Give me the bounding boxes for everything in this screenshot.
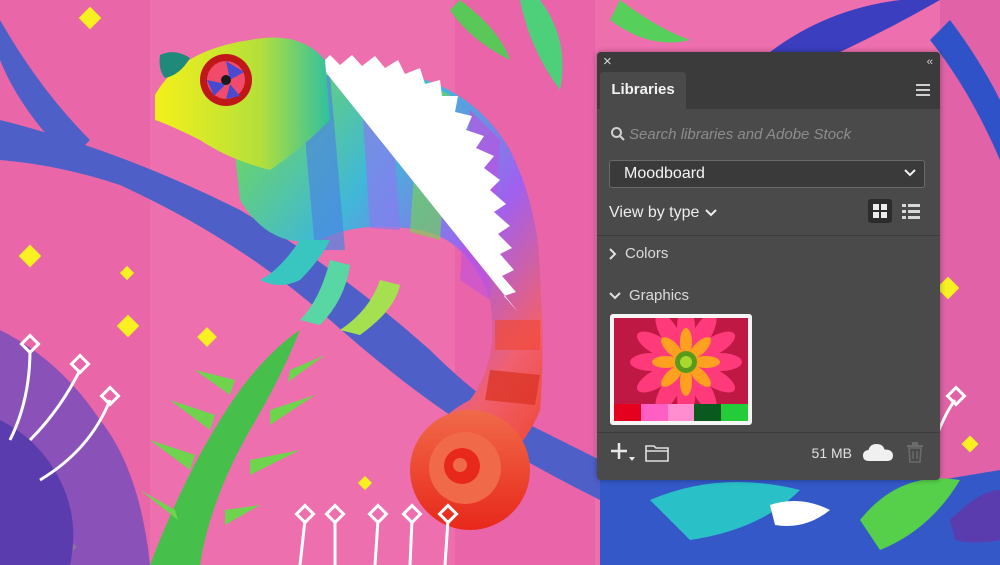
collapse-icon[interactable]: ‹‹ xyxy=(927,53,933,71)
close-icon[interactable]: × xyxy=(603,53,612,71)
tab-libraries[interactable]: Libraries xyxy=(600,72,686,109)
flower-image xyxy=(614,318,748,404)
section-colors[interactable]: Colors xyxy=(609,243,668,265)
chevron-down-icon xyxy=(609,292,621,300)
swatch xyxy=(694,404,722,421)
view-by-label: View by type xyxy=(609,204,700,221)
menu-icon[interactable] xyxy=(916,84,930,96)
add-icon xyxy=(611,443,635,461)
list-view-icon xyxy=(902,204,920,219)
cloud-icon xyxy=(863,444,893,461)
graphic-color-swatches xyxy=(614,404,748,421)
section-colors-label: Colors xyxy=(625,245,669,262)
divider xyxy=(597,432,940,433)
library-select-value: Moodboard xyxy=(624,165,705,182)
add-element-button[interactable] xyxy=(610,440,636,464)
view-by-type-menu[interactable]: View by type xyxy=(609,203,718,225)
trash-icon[interactable] xyxy=(906,442,924,463)
folder-icon xyxy=(645,445,669,462)
swatch xyxy=(614,404,641,421)
chevron-down-icon xyxy=(705,209,718,217)
panel-titlebar: × ‹‹ xyxy=(597,52,940,72)
section-graphics[interactable]: Graphics xyxy=(609,285,689,307)
libraries-panel: × ‹‹ Libraries Moodboard View by type xyxy=(597,52,940,480)
list-view-button[interactable] xyxy=(899,199,923,223)
new-group-button[interactable] xyxy=(645,443,669,462)
grid-view-icon xyxy=(873,204,887,218)
panel-tabbar: Libraries xyxy=(597,72,940,109)
swatch xyxy=(667,404,695,421)
swatch xyxy=(721,404,748,421)
swatch xyxy=(640,404,668,421)
chevron-right-icon xyxy=(609,248,617,260)
search-bar xyxy=(609,123,929,145)
graphic-thumbnail[interactable] xyxy=(610,314,752,425)
search-icon xyxy=(611,127,625,141)
grid-view-button[interactable] xyxy=(868,199,892,223)
section-graphics-label: Graphics xyxy=(629,287,690,304)
chevron-down-icon xyxy=(904,169,916,177)
search-input[interactable] xyxy=(629,123,924,145)
library-select[interactable]: Moodboard xyxy=(609,160,925,188)
divider xyxy=(597,235,940,236)
storage-size: 51 MB xyxy=(811,445,852,461)
